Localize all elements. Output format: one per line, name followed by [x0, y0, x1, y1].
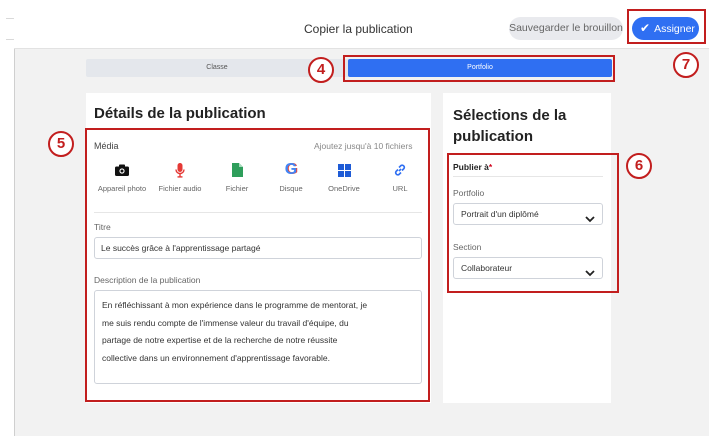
callout-box-details — [85, 128, 430, 402]
selections-heading: Sélections de la publication — [453, 107, 567, 145]
callout-box-assign — [627, 9, 706, 44]
callout-number-4: 4 — [308, 57, 334, 83]
callout-box-selections — [447, 153, 619, 293]
save-draft-button[interactable]: Sauvegarder le brouillon — [509, 17, 623, 40]
callout-box-portfolio-tab — [343, 55, 615, 82]
callout-number-7: 7 — [673, 52, 699, 78]
callout-number-5: 5 — [48, 131, 74, 157]
details-heading: Détails de la publication — [94, 105, 266, 122]
callout-number-6: 6 — [626, 153, 652, 179]
page-title: Copier la publication — [304, 22, 413, 36]
